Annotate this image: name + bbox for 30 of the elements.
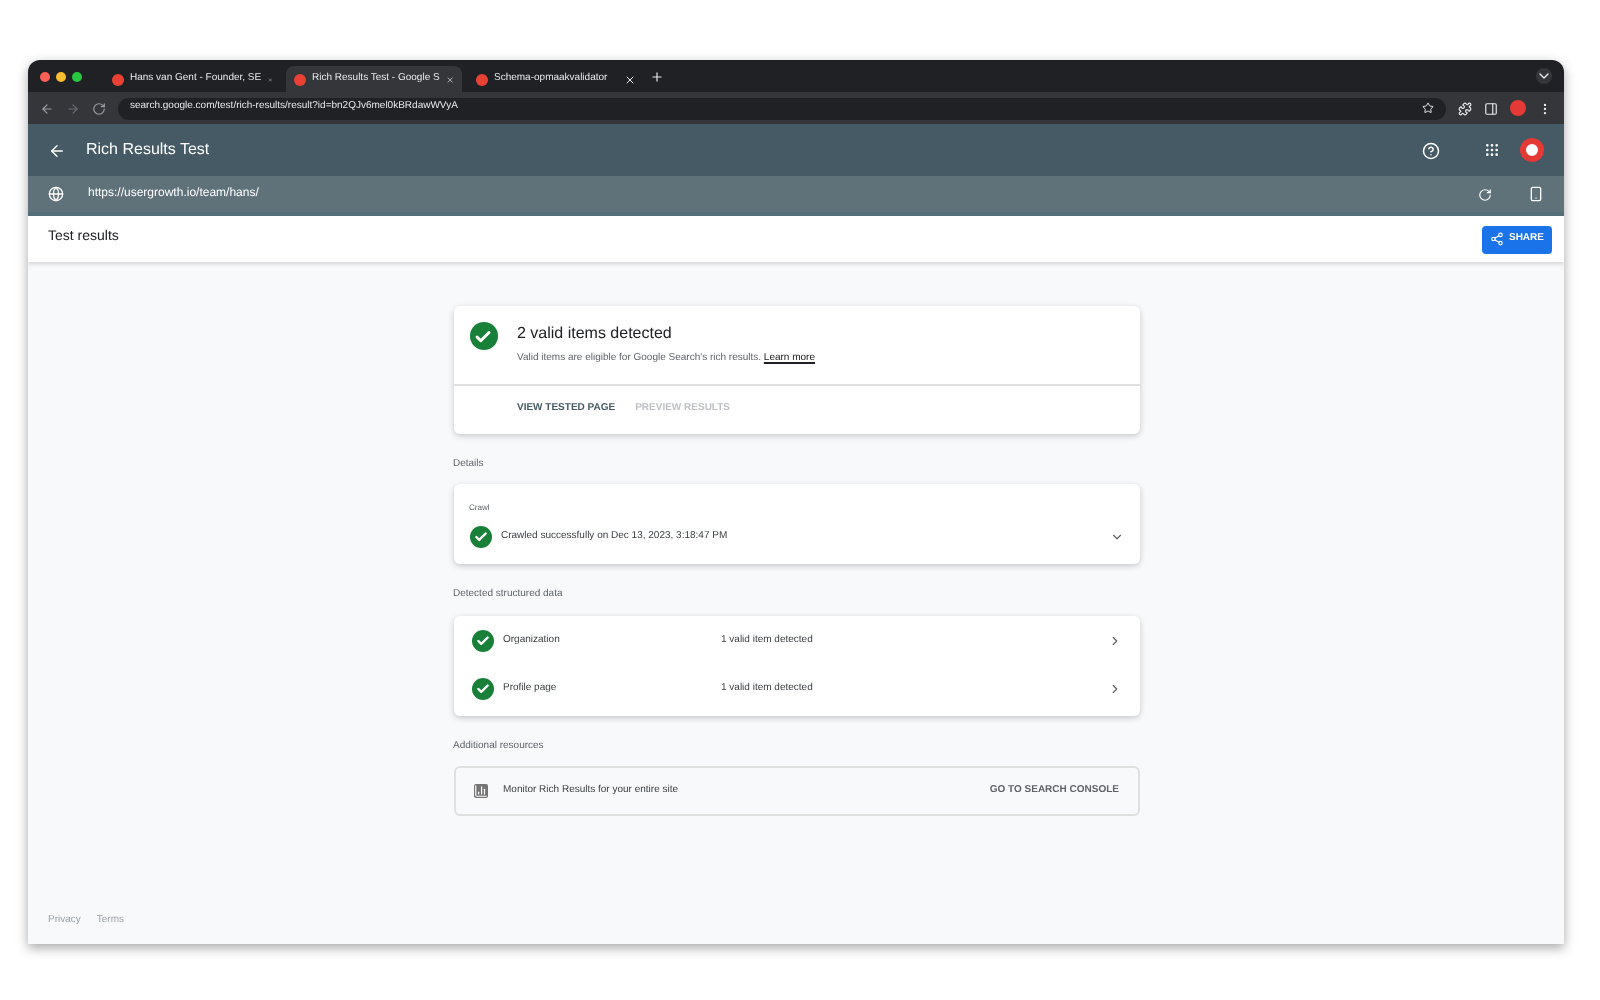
account-avatar-icon[interactable]	[1520, 138, 1544, 162]
favicon-icon	[294, 73, 306, 85]
close-icon[interactable]	[624, 73, 636, 85]
mobile-device-icon[interactable]	[1528, 186, 1544, 202]
check-circle-icon	[469, 526, 491, 548]
check-circle-icon	[471, 630, 493, 652]
favicon-icon	[476, 73, 488, 85]
reload-icon[interactable]	[92, 101, 106, 115]
favicon-icon	[112, 73, 124, 85]
side-panel-icon[interactable]	[1484, 101, 1498, 115]
chart-icon	[473, 784, 487, 798]
help-icon[interactable]	[1422, 141, 1440, 159]
tab-search-icon[interactable]	[1536, 68, 1552, 84]
app-title: Rich Results Test	[86, 138, 212, 162]
summary-heading: 2 valid items detected	[517, 322, 674, 346]
chevron-right-icon	[1107, 682, 1121, 696]
menu-icon[interactable]	[1538, 101, 1552, 115]
share-icon	[1490, 232, 1505, 246]
globe-icon	[48, 186, 64, 202]
chevron-right-icon	[1107, 634, 1121, 648]
back-icon[interactable]	[48, 141, 66, 159]
extensions-icon[interactable]	[1458, 101, 1472, 115]
bookmark-star-icon[interactable]	[1422, 102, 1434, 114]
retest-icon[interactable]	[1478, 187, 1492, 201]
apps-grid-icon[interactable]	[1484, 142, 1500, 158]
profile-avatar-icon[interactable]	[1510, 100, 1526, 116]
expand-icon[interactable]	[1109, 530, 1123, 544]
check-circle-icon	[471, 678, 493, 700]
new-tab-icon[interactable]	[650, 69, 664, 83]
back-icon[interactable]	[40, 101, 54, 115]
